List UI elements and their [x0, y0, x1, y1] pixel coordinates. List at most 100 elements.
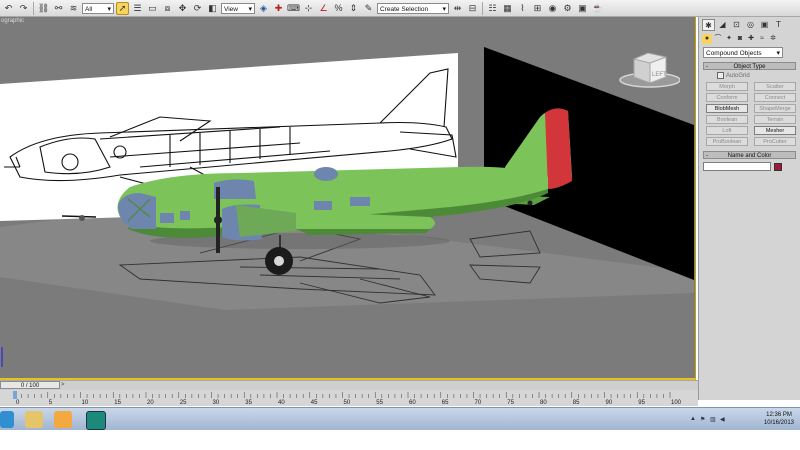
window-crossing-icon[interactable]: ⧈ — [161, 2, 174, 15]
3dsmax-taskbar-icon[interactable] — [86, 411, 106, 430]
select-by-name-icon[interactable]: ☰ — [131, 2, 144, 15]
undo-icon[interactable]: ↶ — [2, 2, 15, 15]
object-type-rollout[interactable]: - Object Type — [703, 62, 796, 70]
geometry-icon[interactable]: ● — [702, 34, 712, 44]
material-editor-icon[interactable]: ◉ — [546, 2, 559, 15]
name-and-color-rollout[interactable]: - Name and Color — [703, 151, 796, 159]
volume-icon[interactable]: ◀ — [720, 416, 726, 423]
network-icon[interactable]: ▥ — [710, 416, 716, 423]
object-type-button-connect[interactable]: Connect — [754, 93, 796, 102]
object-type-button-conform[interactable]: Conform — [706, 93, 748, 102]
layer-manager-icon[interactable]: ☷ — [486, 2, 499, 15]
bind-to-space-warp-icon[interactable]: ≋ — [67, 2, 80, 15]
current-frame-marker[interactable] — [13, 391, 17, 399]
object-type-button-proboolean[interactable]: ProBoolean — [706, 137, 748, 146]
side-window — [350, 197, 370, 206]
redo-icon[interactable]: ↷ — [17, 2, 30, 15]
selection-filter-dropdown[interactable]: All — [82, 2, 114, 15]
viewcube[interactable]: LEFT — [618, 49, 680, 91]
render-production-icon[interactable]: ☕ — [591, 2, 604, 15]
keyboard-shortcut-override-icon[interactable]: ⌨ — [287, 2, 300, 15]
scale-icon[interactable]: ◧ — [206, 2, 219, 15]
main-toolbar: ↶ ↷ ⛓ ⚯ ≋ All ➚ ☰ ▭ ⧈ ✥ ⟳ ◧ View ◈ ✚ ⌨ ⊹… — [0, 0, 800, 24]
media-player-icon[interactable] — [54, 411, 72, 428]
track-tick-label: 35 — [245, 400, 252, 406]
autogrid-label: AutoGrid — [726, 72, 750, 79]
unlink-icon[interactable]: ⚯ — [52, 2, 65, 15]
space-warps-icon[interactable]: ≈ — [757, 34, 767, 44]
autogrid-toggle[interactable]: AutoGrid — [717, 72, 800, 79]
object-type-button-morph[interactable]: Morph — [706, 82, 748, 91]
create-tab-icon[interactable]: ✱ — [702, 19, 715, 31]
named-selection-set-dropdown[interactable]: Create Selection Set — [377, 2, 449, 24]
track-bar[interactable]: 0 5 10 15 20 25 30 35 40 45 50 55 60 65 70 75 80 85 90 95 10… — [0, 390, 698, 406]
file-explorer-icon[interactable] — [25, 411, 43, 428]
motion-tab-icon[interactable]: ◎ — [744, 19, 757, 31]
object-color-swatch[interactable] — [774, 162, 782, 171]
schematic-view-icon[interactable]: ⊞ — [531, 2, 544, 15]
move-icon[interactable]: ✥ — [176, 2, 189, 15]
hierarchy-tab-icon[interactable]: ⊡ — [730, 19, 743, 31]
viewport-label[interactable]: ographic — [1, 18, 24, 24]
object-type-button-shapemerge[interactable]: ShapeMerge — [754, 104, 796, 113]
spinner-snap-icon[interactable]: ⇕ — [347, 2, 360, 15]
object-category-dropdown[interactable]: Compound Objects — [703, 47, 783, 59]
mirror-icon[interactable]: ⇹ — [451, 2, 464, 15]
systems-icon[interactable]: ✲ — [768, 34, 778, 44]
shapes-icon[interactable]: ⌒ — [713, 34, 723, 44]
rollout-title: Object Type — [733, 64, 766, 70]
track-tick-label: 85 — [573, 400, 580, 406]
lights-icon[interactable]: ✦ — [724, 34, 734, 44]
track-tick-label: 20 — [147, 400, 154, 406]
tail-rudder — [545, 108, 572, 189]
object-type-button-mesher[interactable]: Mesher — [754, 126, 796, 135]
object-name-field[interactable] — [703, 162, 771, 171]
next-frame-arrow[interactable]: > — [61, 381, 65, 390]
pivot-center-icon[interactable]: ◈ — [257, 2, 270, 15]
select-and-link-icon[interactable]: ⛓ — [37, 2, 50, 15]
start-button-icon[interactable] — [0, 411, 14, 428]
object-type-button-procutter[interactable]: ProCutter — [754, 137, 796, 146]
viewport-scene — [0, 47, 694, 367]
autogrid-checkbox[interactable] — [717, 72, 724, 79]
angle-snap-icon[interactable]: ∠ — [317, 2, 330, 15]
create-subtabs: ● ⌒ ✦ ◙ ✚ ≈ ✲ — [699, 33, 800, 45]
snaps-toggle-icon[interactable]: ⊹ — [302, 2, 315, 15]
edit-named-selection-icon[interactable]: ✎ — [362, 2, 375, 15]
perspective-viewport[interactable]: ographic LEFT — [0, 17, 696, 380]
object-type-button-scatter[interactable]: Scatter — [754, 82, 796, 91]
object-type-button-boolean[interactable]: Boolean — [706, 115, 748, 124]
track-tick-label: 90 — [606, 400, 613, 406]
time-slider[interactable]: 0 / 100 > — [0, 380, 698, 390]
align-icon[interactable]: ⊟ — [466, 2, 479, 15]
track-tick-label: 5 — [49, 400, 53, 406]
tail-wheel — [527, 200, 533, 206]
modify-tab-icon[interactable]: ◢ — [716, 19, 729, 31]
curve-editor-icon[interactable]: ⌇ — [516, 2, 529, 15]
clock-date: 10/16/2013 — [763, 420, 794, 426]
rectangular-selection-icon[interactable]: ▭ — [146, 2, 159, 15]
percent-snap-icon[interactable]: % — [332, 2, 345, 15]
show-hidden-icons-icon[interactable]: ▲ — [690, 416, 696, 422]
render-setup-icon[interactable]: ⚙ — [561, 2, 574, 15]
frame-counter[interactable]: 0 / 100 — [0, 381, 60, 389]
select-object-icon[interactable]: ➚ — [116, 1, 129, 15]
display-tab-icon[interactable]: ▣ — [758, 19, 771, 31]
reference-coordinate-dropdown[interactable]: View — [221, 2, 255, 15]
object-type-button-loft[interactable]: Loft — [706, 126, 748, 135]
helpers-icon[interactable]: ✚ — [746, 34, 756, 44]
action-center-icon[interactable]: ⚑ — [700, 416, 706, 423]
system-clock[interactable]: 12:36 PM 10/16/2013 — [764, 411, 794, 427]
utilities-tab-icon[interactable]: T — [772, 19, 785, 31]
track-tick-label: 15 — [114, 400, 121, 406]
cameras-icon[interactable]: ◙ — [735, 34, 745, 44]
rendered-frame-window-icon[interactable]: ▣ — [576, 2, 589, 15]
toolbar-separator — [482, 1, 483, 15]
rotate-icon[interactable]: ⟳ — [191, 2, 204, 15]
object-type-button-terrain[interactable]: Terrain — [754, 115, 796, 124]
manipulate-icon[interactable]: ✚ — [272, 2, 285, 15]
graphite-ribbon-icon[interactable]: ▦ — [501, 2, 514, 15]
windows-taskbar: ▲ ⚑ ▥ ◀ 12:36 PM 10/16/2013 — [0, 407, 800, 431]
track-tick-label: 65 — [442, 400, 449, 406]
object-type-button-blobmesh[interactable]: BlobMesh — [706, 104, 748, 113]
